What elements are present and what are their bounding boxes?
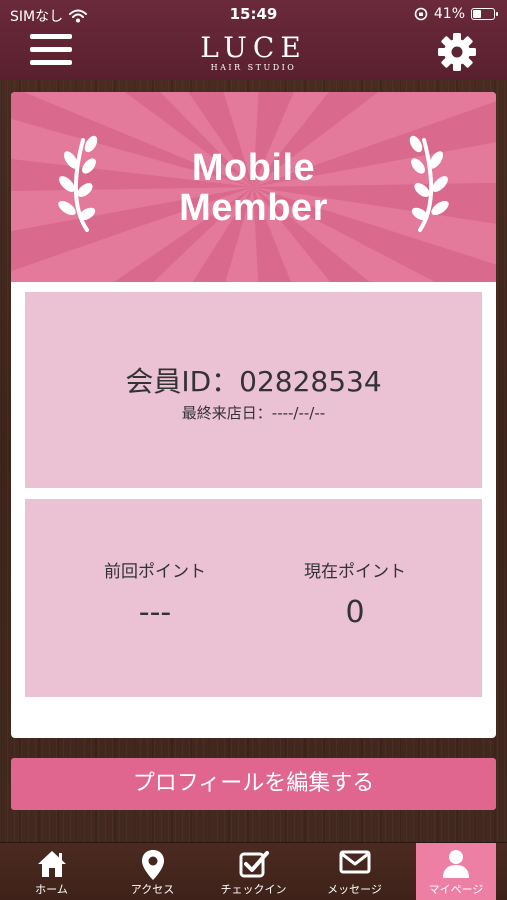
member-id: 会員ID：02828534 bbox=[125, 365, 382, 398]
logo-name: LUCE bbox=[200, 31, 307, 64]
status-bar: SIMなし 15:49 41% bbox=[0, 0, 507, 30]
battery-icon bbox=[471, 8, 498, 20]
battery-percent: 41% bbox=[433, 6, 465, 22]
member-banner: Mobile Member bbox=[11, 92, 496, 282]
last-visit-date: 最終来店日：----/--/-- bbox=[181, 404, 326, 422]
tab-checkin[interactable]: チェックイン bbox=[203, 843, 304, 900]
edit-profile-button[interactable]: プロフィールを編集する bbox=[11, 758, 496, 810]
orientation-lock-icon bbox=[414, 7, 428, 21]
person-icon bbox=[443, 850, 469, 878]
app-logo: LUCE HAIR STUDIO bbox=[0, 33, 507, 73]
battery-level bbox=[473, 10, 481, 18]
laurel-right-icon bbox=[409, 135, 449, 232]
tab-access[interactable]: アクセス bbox=[102, 843, 203, 900]
logo-subtitle: HAIR STUDIO bbox=[210, 63, 297, 72]
current-points: 現在ポイント 0 bbox=[260, 561, 450, 631]
member-card: Mobile Member 会員ID：02828534 最終来店日：----/-… bbox=[11, 92, 496, 738]
previous-points-label: 前回ポイント bbox=[104, 562, 206, 582]
home-icon bbox=[37, 851, 66, 877]
app-header: SIMなし 15:49 41% LUCE HAIR STUDIO bbox=[0, 0, 507, 80]
points-panel: 前回ポイント --- 現在ポイント 0 bbox=[25, 499, 482, 697]
member-id-panel: 会員ID：02828534 最終来店日：----/--/-- bbox=[25, 292, 482, 488]
tab-label: メッセージ bbox=[327, 883, 382, 896]
tab-label: アクセス bbox=[130, 883, 175, 896]
bottom-tab-bar: ホーム アクセス チェックイン メッセージ マイページ bbox=[0, 842, 507, 900]
tab-label: ホーム bbox=[35, 883, 68, 896]
tab-message[interactable]: メッセージ bbox=[304, 843, 405, 900]
envelope-icon bbox=[339, 850, 370, 874]
tab-mypage[interactable]: マイページ bbox=[416, 843, 496, 900]
tab-label: マイページ bbox=[428, 883, 484, 896]
tab-label: チェックイン bbox=[220, 883, 287, 896]
current-points-value: 0 bbox=[345, 595, 365, 630]
map-pin-icon bbox=[141, 850, 164, 880]
previous-points-value: --- bbox=[138, 595, 172, 630]
checkbox-icon bbox=[239, 851, 269, 878]
previous-points: 前回ポイント --- bbox=[60, 561, 250, 631]
tab-home[interactable]: ホーム bbox=[1, 843, 102, 900]
current-points-label: 現在ポイント bbox=[304, 562, 406, 582]
gear-icon[interactable] bbox=[435, 30, 479, 74]
